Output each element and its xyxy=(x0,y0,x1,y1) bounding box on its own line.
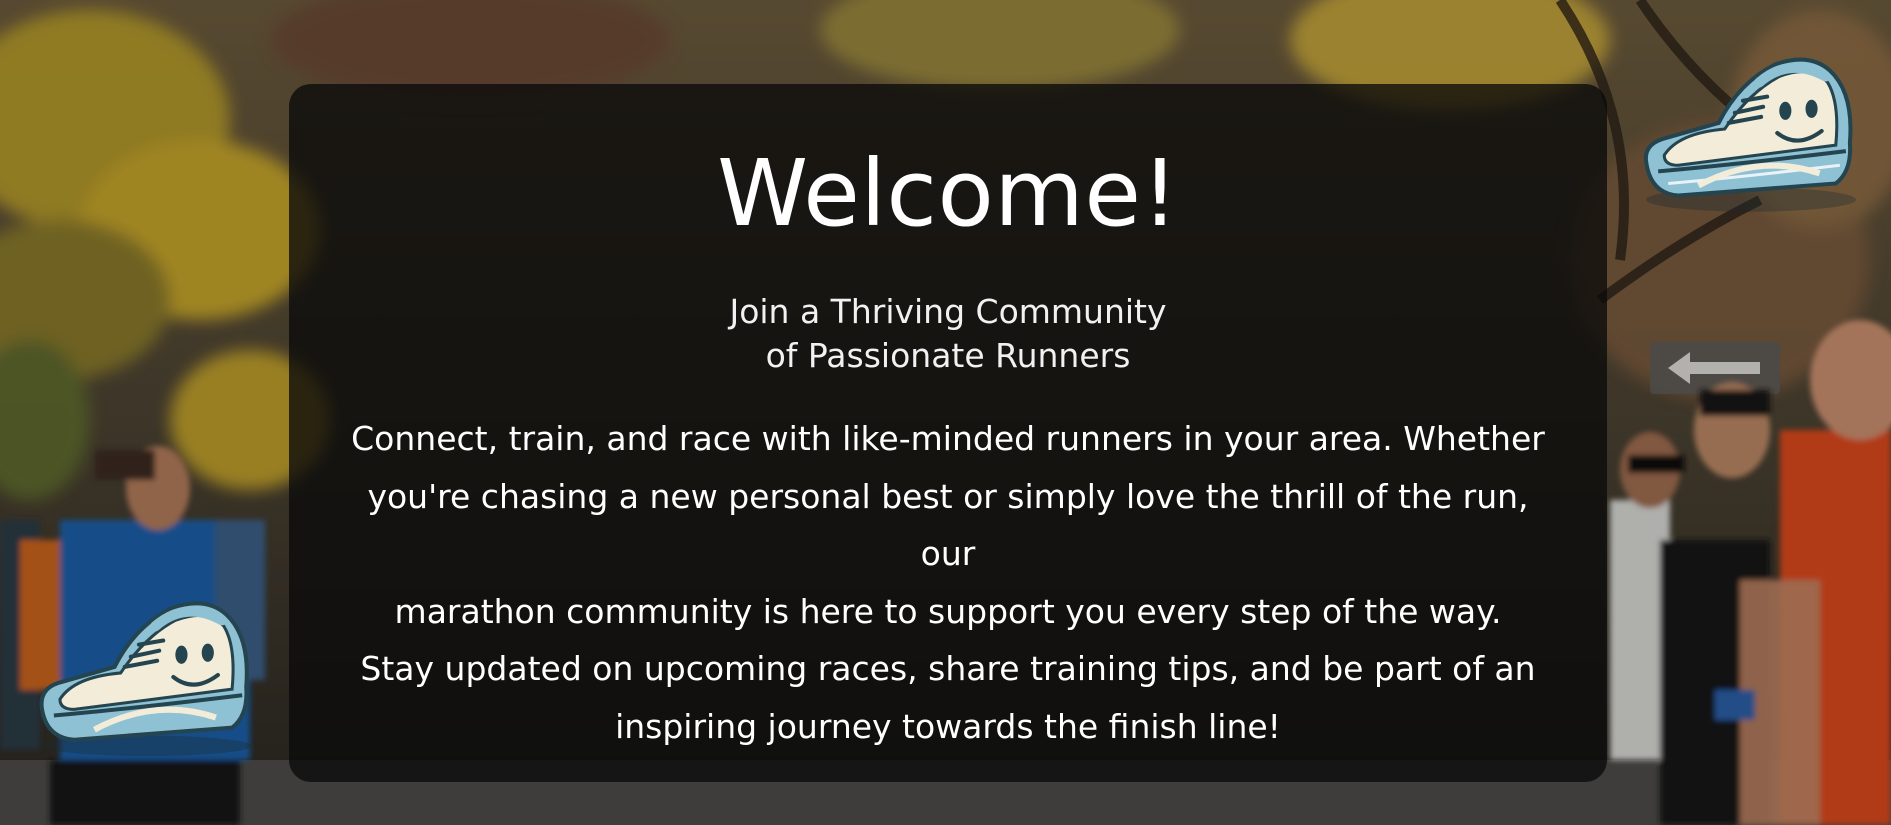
hero-section: Welcome! Join a Thriving Community of Pa… xyxy=(0,0,1891,825)
description-line-4: Stay updated on upcoming races, share tr… xyxy=(360,649,1536,688)
description-line-2: you're chasing a new personal best or si… xyxy=(367,476,1529,574)
smiling-sneaker-icon xyxy=(1643,57,1856,212)
description-line-1: Connect, train, and race with like-minde… xyxy=(351,419,1545,458)
welcome-card: Welcome! Join a Thriving Community of Pa… xyxy=(289,84,1607,782)
subtitle-line-1: Join a Thriving Community xyxy=(729,292,1167,331)
smiling-sneaker-icon xyxy=(39,601,253,756)
description-line-5: inspiring journey towards the finish lin… xyxy=(615,706,1281,746)
description-line-3: marathon community is here to support yo… xyxy=(394,591,1502,631)
welcome-subtitle: Join a Thriving Community of Passionate … xyxy=(289,290,1607,378)
welcome-description: Connect, train, and race with like-minde… xyxy=(349,410,1547,755)
subtitle-line-2: of Passionate Runners xyxy=(765,336,1131,375)
welcome-title: Welcome! xyxy=(717,140,1179,247)
